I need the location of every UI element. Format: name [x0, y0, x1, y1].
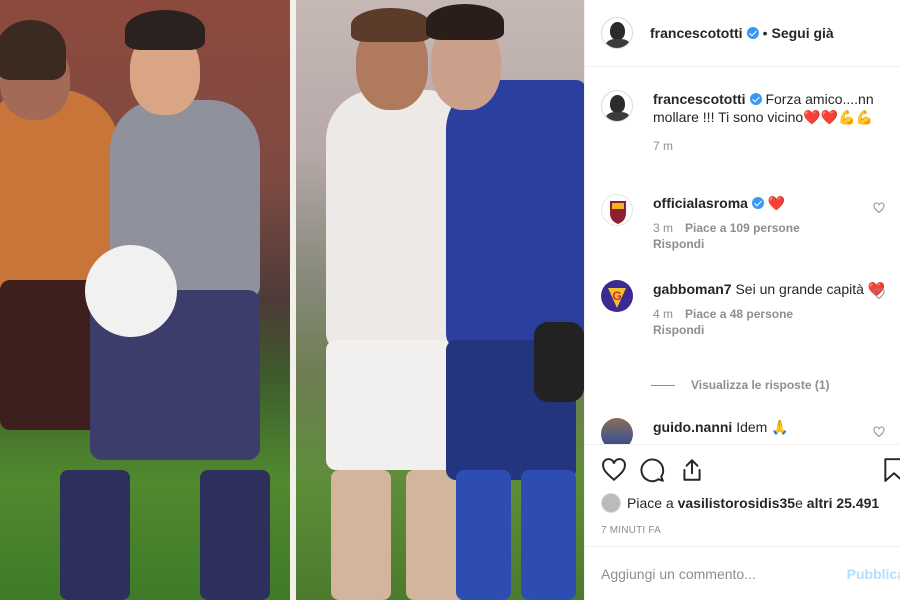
- reply-button[interactable]: Rispondi: [653, 322, 891, 338]
- comment-likes[interactable]: Piace a 48 persone: [685, 307, 793, 321]
- post-header: francescototti • Segui già: [585, 0, 900, 67]
- comment-form: Aggiungi un commento... Pubblica: [585, 546, 900, 600]
- comment-username[interactable]: officialasroma: [653, 195, 748, 211]
- caption-meta: 7 m: [653, 138, 891, 154]
- comment-meta: 4 m Piace a 48 persone: [653, 306, 891, 322]
- comment-icon[interactable]: [639, 457, 665, 483]
- liker-avatar: [601, 493, 621, 513]
- verified-icon: [746, 27, 759, 39]
- caption-text: francescototti Forza amico....nn mollare…: [653, 90, 891, 126]
- gabboman-avatar[interactable]: G: [601, 280, 633, 312]
- svg-text:G: G: [612, 289, 621, 303]
- photo-left-panel: [0, 0, 290, 600]
- verified-icon: [751, 197, 764, 209]
- comment-input[interactable]: Aggiungi un commento...: [601, 566, 756, 582]
- bookmark-icon[interactable]: [883, 457, 900, 483]
- photo-right-panel: [296, 0, 584, 600]
- author-username[interactable]: francescototti: [650, 25, 759, 41]
- comments-list[interactable]: francescototti Forza amico....nn mollare…: [585, 68, 900, 444]
- post-comment-button[interactable]: Pubblica: [847, 566, 900, 582]
- liker-username[interactable]: vasilistorosidis35: [678, 495, 796, 511]
- like-comment-heart-icon[interactable]: [873, 202, 885, 214]
- caption-avatar[interactable]: [601, 90, 633, 122]
- caption-time[interactable]: 7 m: [653, 139, 673, 153]
- like-comment-heart-icon[interactable]: [873, 426, 885, 438]
- comment-text: Idem 🙏: [736, 419, 789, 435]
- comment-text: Sei un grande capità ❤️: [735, 281, 886, 297]
- share-icon[interactable]: [679, 457, 705, 483]
- likes-count[interactable]: altri 25.491: [807, 495, 879, 511]
- heart-icon[interactable]: [601, 457, 627, 483]
- comment-username[interactable]: gabboman7: [653, 281, 732, 297]
- comment-likes[interactable]: Piace a 109 persone: [685, 221, 800, 235]
- post-timestamp[interactable]: 7 MINUTI FA: [601, 525, 661, 536]
- likes-summary[interactable]: Piace a vasilistorosidis35 e altri 25.49…: [601, 493, 879, 513]
- guido-avatar[interactable]: [601, 418, 633, 444]
- header-separator: •: [762, 25, 768, 41]
- comment-item: guido.nanni Idem 🙏: [601, 418, 891, 444]
- comment-meta: 3 m Piace a 109 persone: [653, 220, 891, 236]
- comment-username[interactable]: guido.nanni: [653, 419, 732, 435]
- likes-prefix: Piace a: [627, 495, 674, 511]
- comment-time[interactable]: 3 m: [653, 221, 673, 235]
- following-button[interactable]: Segui già: [771, 25, 833, 41]
- likes-middle: e: [795, 495, 803, 511]
- view-replies-button[interactable]: Visualizza le risposte (1): [651, 378, 830, 392]
- roma-avatar[interactable]: [601, 194, 633, 226]
- post-sidebar: francescototti • Segui già francescotott…: [584, 0, 900, 600]
- caption-username[interactable]: francescototti: [653, 91, 746, 107]
- comment-text: ❤️: [767, 195, 786, 211]
- author-avatar[interactable]: [601, 17, 633, 49]
- post-actions: Piace a vasilistorosidis35 e altri 25.49…: [585, 444, 900, 546]
- caption: francescototti Forza amico....nn mollare…: [601, 90, 891, 154]
- comment-time[interactable]: 4 m: [653, 307, 673, 321]
- comment-item: officialasroma ❤️ 3 m Piace a 109 persone…: [601, 194, 891, 252]
- post-photo[interactable]: [0, 0, 584, 600]
- like-comment-heart-icon[interactable]: [873, 288, 885, 300]
- verified-icon: [749, 93, 762, 105]
- comment-item: G gabboman7 Sei un grande capità ❤️ 4 m P…: [601, 280, 891, 338]
- reply-button[interactable]: Rispondi: [653, 236, 891, 252]
